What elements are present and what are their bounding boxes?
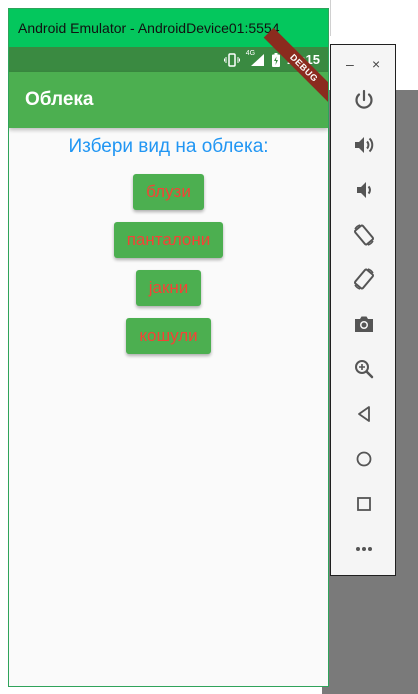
rotate-right-icon[interactable] [352, 267, 376, 291]
blouses-button[interactable]: кошули [126, 318, 211, 354]
overview-icon[interactable] [352, 492, 376, 516]
minimize-button[interactable]: – [346, 53, 354, 75]
main-content: Избери вид на облека: блузи панталони ја… [9, 128, 328, 354]
app-bar: Облека [9, 72, 328, 128]
battery-icon [271, 52, 280, 67]
more-icon[interactable] [352, 537, 376, 561]
back-icon[interactable] [352, 402, 376, 426]
desktop-strip [330, 0, 418, 36]
volume-down-icon[interactable] [352, 178, 376, 202]
network-label: 4G [245, 49, 256, 57]
shirts-button[interactable]: блузи [133, 174, 204, 210]
close-button[interactable]: × [372, 53, 380, 75]
prompt-text: Избери вид на облека: [68, 136, 269, 157]
home-icon[interactable] [352, 447, 376, 471]
app-bar-title: Облека [25, 89, 94, 110]
jackets-button[interactable]: јакни [135, 270, 202, 306]
power-icon[interactable] [352, 88, 376, 112]
emulator-control-panel: – × [330, 44, 396, 576]
emulator-window: Android Emulator - AndroidDevice01:5554 … [8, 8, 329, 687]
emulator-title: Android Emulator - AndroidDevice01:5554 [18, 20, 280, 36]
signal-icon: 4G [245, 49, 265, 67]
rotate-left-icon[interactable] [352, 223, 376, 247]
zoom-icon[interactable] [352, 357, 376, 381]
camera-icon[interactable] [352, 312, 376, 336]
pants-button[interactable]: панталони [113, 222, 224, 258]
volume-up-icon[interactable] [352, 133, 376, 157]
vibrate-icon [223, 52, 240, 67]
